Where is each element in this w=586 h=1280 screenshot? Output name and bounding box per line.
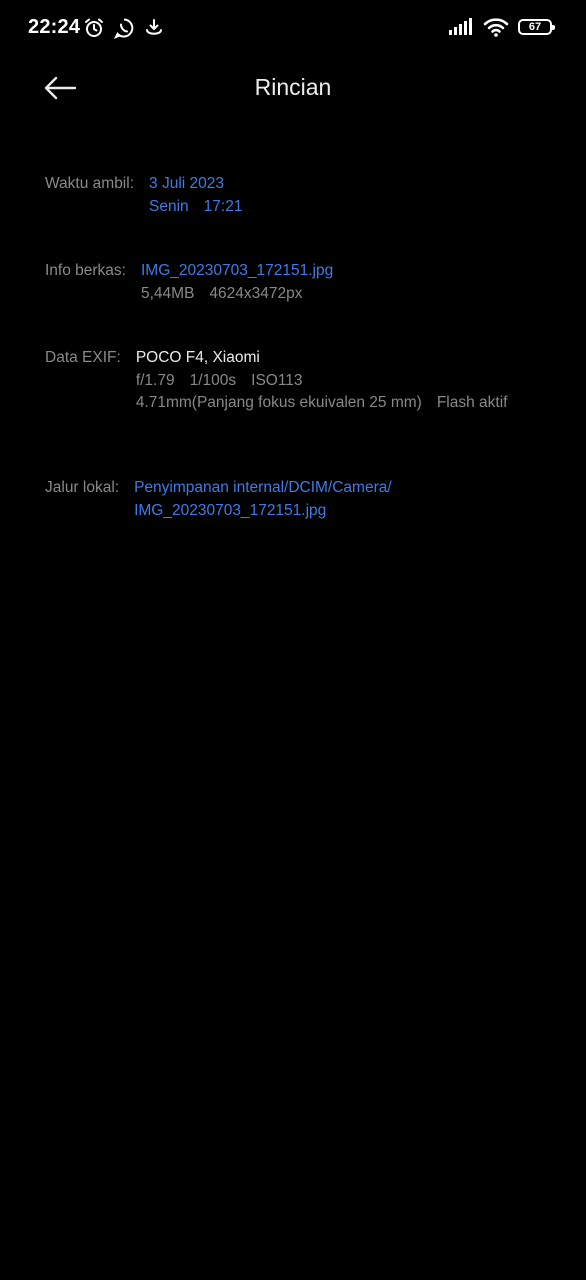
exif-exposure: f/1.79 1/100s ISO113 [136,370,508,393]
exif-values: POCO F4, Xiaomi f/1.79 1/100s ISO113 4.71m… [136,347,508,415]
exif-aperture: f/1.79 [135,371,175,389]
local-path-line1: Penyimpanan internal/DCIM/Camera/ [134,479,392,496]
exif-focal-length: 4.71mm(Panjang fokus ekuivalen 25 mm) [135,394,422,411]
capture-day-time[interactable]: Senin 17:21 [149,196,242,219]
notification-icons [83,17,165,39]
capture-clock: 17:21 [203,197,243,215]
status-bar: 22:24 67 [0,0,586,58]
detail-row-file-info: Info berkas: IMG_20230703_172151.jpg 5,4… [45,260,333,305]
exif-flash: Flash aktif [436,394,508,411]
wifi-icon [483,18,509,37]
capture-date[interactable]: 3 Juli 2023 [149,173,242,196]
capture-day: Senin [149,197,189,215]
battery-icon: 67 [518,19,555,35]
file-info-label: Info berkas: [45,262,126,279]
exif-label: Data EXIF: [45,349,121,366]
local-path-line2: IMG_20230703_172151.jpg [134,501,327,519]
system-icons: 67 [448,17,555,37]
file-resolution: 4624x3472px [209,284,303,302]
detail-row-exif: Data EXIF: POCO F4, Xiaomi f/1.79 1/100s I… [45,347,507,415]
local-path-link[interactable]: Penyimpanan internal/DCIM/Camera/ IMG_20… [134,477,392,522]
detail-row-capture-time: Waktu ambil: 3 Juli 2023 Senin 17:21 [45,173,242,218]
file-name[interactable]: IMG_20230703_172151.jpg [141,260,333,283]
exif-iso: ISO113 [251,371,303,389]
exif-device: POCO F4, Xiaomi [135,349,260,366]
page-title: Rincian [254,74,332,100]
alarm-icon [85,18,103,37]
detail-row-local-path: Jalur lokal: Penyimpanan internal/DCIM/C… [45,477,392,522]
local-path-label: Jalur lokal: [45,479,120,496]
status-time: 22:24 [28,16,81,38]
capture-time-label: Waktu ambil: [45,175,135,192]
file-size: 5,44MB [141,284,195,302]
exif-lens: 4.71mm(Panjang fokus ekuivalen 25 mm) Fla… [136,392,508,415]
download-icon [146,19,162,35]
battery-level: 67 [528,21,542,33]
whatsapp-icon [113,18,134,39]
exif-shutter: 1/100s [189,371,237,389]
capture-time-values: 3 Juli 2023 Senin 17:21 [149,173,242,218]
file-meta: 5,44MB 4624x3472px [141,283,333,306]
file-info-values: IMG_20230703_172151.jpg 5,44MB 4624x3472p… [141,260,333,305]
app-header: Rincian [0,62,586,114]
signal-icon [449,18,472,35]
